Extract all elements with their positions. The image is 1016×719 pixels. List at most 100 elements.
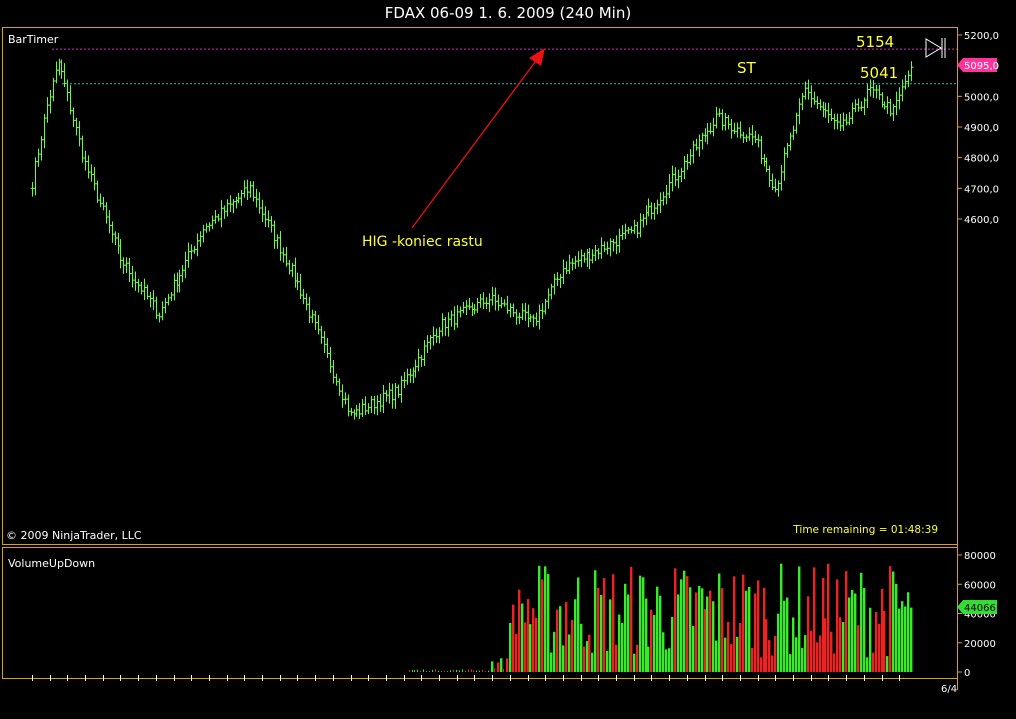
- volume-bar: [429, 671, 430, 672]
- volume-bar: [662, 632, 665, 672]
- volume-bar: [680, 579, 683, 672]
- volume-bar: [695, 592, 698, 672]
- volume-bar: [435, 669, 436, 672]
- volume-bar: [727, 621, 730, 672]
- price-tick-label: 4900,0: [964, 123, 999, 134]
- chart-canvas[interactable]: 5200,05100,05000,04900,04800,04700,04600…: [0, 0, 1016, 719]
- volume-bar: [712, 601, 715, 672]
- current-price-badge: 5095,0: [957, 58, 999, 72]
- volume-bar: [860, 572, 863, 672]
- volume-bar: [718, 573, 721, 672]
- volume-axis: 800006000040000200000: [957, 551, 996, 679]
- volume-bar: [757, 580, 760, 672]
- volume-bar: [456, 669, 457, 672]
- volume-bar: [580, 623, 583, 672]
- volume-bar: [541, 579, 544, 672]
- volume-tick-label: 80000: [964, 551, 996, 562]
- volume-bar: [836, 579, 839, 672]
- volume-bar: [409, 669, 410, 672]
- volume-bar: [889, 566, 892, 672]
- price-panel-frame: [2, 27, 958, 545]
- arrow-annotation-text: HIG -koniec rastu: [362, 234, 483, 250]
- volume-bar: [615, 644, 618, 672]
- volume-bar: [807, 596, 810, 672]
- volume-bar: [565, 601, 568, 672]
- volume-bar: [432, 669, 433, 672]
- volume-bar: [904, 606, 907, 672]
- volume-bar: [765, 619, 768, 672]
- volume-bar: [556, 609, 559, 672]
- volume-bar: [798, 566, 801, 672]
- volume-bar: [813, 567, 816, 672]
- volume-bar: [414, 670, 415, 672]
- volume-bars: [409, 563, 913, 672]
- volume-bar: [709, 590, 712, 672]
- volume-bar: [698, 585, 701, 672]
- volume-bar: [706, 596, 709, 672]
- volume-bar: [886, 656, 889, 672]
- time-remaining-label: Time remaining = 01:48:39: [792, 524, 938, 536]
- volume-bar: [665, 649, 668, 672]
- volume-bar: [748, 586, 751, 672]
- volume-bar: [500, 658, 503, 672]
- volume-bar: [630, 566, 633, 672]
- volume-bar: [795, 637, 798, 672]
- volume-bar: [842, 622, 845, 672]
- volume-bar: [509, 622, 512, 672]
- volume-bar: [471, 669, 472, 672]
- volume-bar: [559, 606, 562, 672]
- volume-bar: [450, 670, 451, 672]
- volume-bar: [656, 586, 659, 672]
- volume-bar: [683, 570, 686, 672]
- volume-bar: [721, 588, 724, 672]
- price-tick-label: 5200,0: [964, 31, 999, 42]
- volume-bar: [583, 646, 586, 672]
- volume-bar: [603, 578, 606, 672]
- volume-bar: [544, 566, 547, 672]
- svg-text:5095,0: 5095,0: [964, 61, 999, 72]
- volume-bar: [869, 607, 872, 672]
- volume-bar: [597, 587, 600, 672]
- bartimer-play-icon[interactable]: [925, 38, 946, 58]
- volume-bar: [774, 635, 777, 672]
- st-label: ST: [737, 59, 757, 77]
- volume-bar: [459, 670, 460, 672]
- volume-bar: [485, 671, 486, 672]
- volume-bar: [462, 669, 463, 672]
- volume-bar: [426, 671, 427, 672]
- volume-bar: [512, 604, 515, 672]
- current-volume-badge: 44066: [957, 600, 997, 614]
- volume-bar: [845, 571, 848, 672]
- volume-bar: [482, 669, 483, 672]
- volume-bar: [878, 623, 881, 672]
- volume-bar: [653, 614, 656, 672]
- volume-bar: [420, 670, 421, 672]
- volume-bar: [468, 669, 469, 672]
- volume-bar: [479, 670, 480, 672]
- volume-bar: [571, 619, 574, 672]
- volume-bar: [538, 565, 541, 672]
- volume-bar: [810, 630, 813, 672]
- volume-bar: [529, 624, 532, 672]
- st-value-label: 5041: [860, 64, 898, 82]
- volume-bar: [650, 609, 653, 672]
- volume-bar: [621, 622, 624, 672]
- volume-bar: [574, 599, 577, 672]
- volume-bar: [751, 647, 754, 672]
- annotation-arrowhead: [529, 48, 545, 66]
- volume-bar: [636, 644, 639, 672]
- volume-bar: [524, 622, 527, 672]
- volume-bar: [494, 668, 495, 672]
- volume-bar: [777, 613, 780, 672]
- volume-bar: [515, 633, 518, 672]
- volume-bar: [606, 650, 609, 672]
- volume-bar: [521, 603, 524, 672]
- volume-bar: [633, 653, 636, 672]
- volume-bar: [872, 652, 875, 672]
- volume-bar: [895, 583, 898, 672]
- volume-bar: [816, 642, 819, 672]
- volume-bar: [497, 662, 500, 672]
- volume-bar: [830, 631, 833, 672]
- volume-bar: [730, 643, 733, 672]
- volume-bar: [760, 657, 763, 672]
